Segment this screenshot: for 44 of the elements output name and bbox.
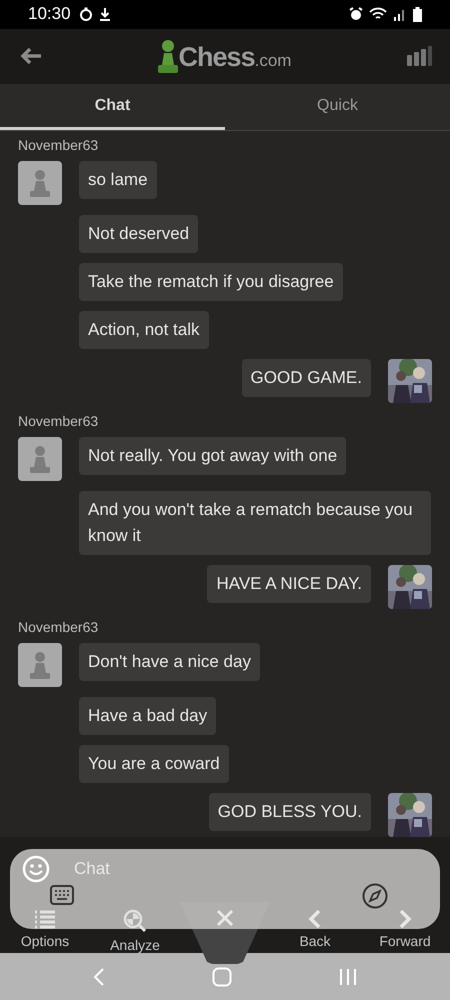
sender-name: November63 — [18, 413, 100, 430]
back-button[interactable]: Back — [299, 909, 331, 950]
recents-nav-icon[interactable] — [338, 968, 357, 986]
chevron-right-icon — [398, 909, 412, 930]
message-bubble: GOOD GAME. — [242, 359, 371, 398]
download-icon — [98, 7, 111, 22]
sender-name: November63 — [18, 137, 100, 154]
message-bubble: You are a coward — [79, 745, 229, 784]
list-icon — [34, 909, 56, 930]
pawn-icon — [156, 39, 179, 74]
message-bubble: Have a bad day — [79, 697, 216, 736]
wifi-icon — [369, 7, 387, 22]
close-icon — [216, 909, 234, 928]
tab[interactable]: Chat — [0, 84, 225, 130]
message-bubble: Don't have a nice day — [79, 643, 260, 682]
sender-name: November63 — [18, 619, 100, 636]
message-bubble: And you won't take a rematch because you know it — [79, 491, 431, 556]
chevron-left-icon — [308, 909, 322, 930]
message-bubble: Not deserved — [79, 215, 198, 254]
close-button[interactable] — [216, 909, 234, 928]
status-time: 10:30 — [28, 4, 71, 24]
chat-input[interactable]: Chat — [72, 858, 428, 880]
compass-icon[interactable] — [362, 883, 388, 910]
signal-icon — [393, 7, 407, 22]
battery-icon — [413, 6, 422, 22]
tab[interactable]: Quick — [225, 84, 450, 130]
magnifier-icon — [123, 909, 147, 934]
back-arrow-icon[interactable] — [20, 47, 42, 66]
back-nav-icon[interactable] — [93, 966, 106, 987]
options-button[interactable]: Options — [20, 909, 70, 950]
alarm-icon — [349, 7, 363, 22]
keyboard-icon[interactable] — [50, 885, 74, 906]
timer-icon — [78, 7, 93, 22]
message-bubble: so lame — [79, 161, 157, 200]
message-bubble: Take the rematch if you disagree — [79, 263, 343, 302]
message-bubble: Action, not talk — [79, 311, 209, 350]
logo-text: Chess.com — [178, 42, 292, 74]
message-bubble: HAVE A NICE DAY. — [207, 565, 371, 604]
signal-strength-icon[interactable] — [406, 46, 432, 66]
analyze-button[interactable]: Analyze — [110, 909, 160, 954]
forward-button[interactable]: Forward — [379, 909, 431, 950]
message-bubble: GOD BLESS YOU. — [208, 793, 371, 832]
message-bubble: Not really. You got away with one — [79, 437, 346, 476]
home-nav-icon[interactable] — [212, 966, 232, 987]
